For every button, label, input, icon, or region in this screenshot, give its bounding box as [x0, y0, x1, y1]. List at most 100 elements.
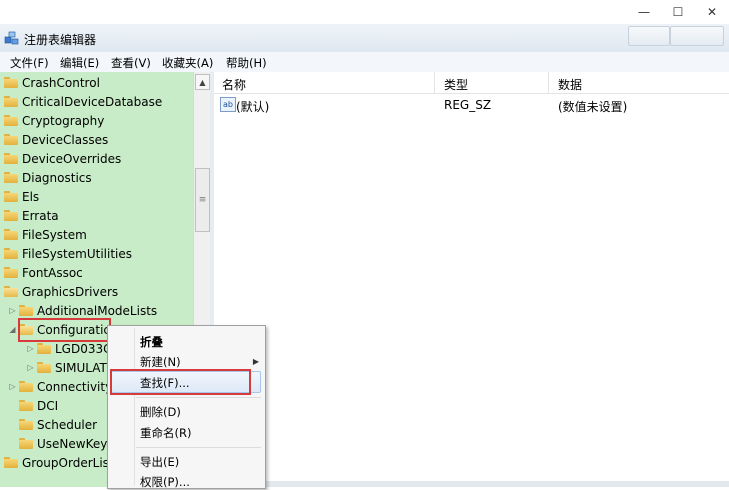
tree-item-label: Errata: [22, 208, 59, 223]
folder-icon: [4, 153, 18, 164]
tree-item[interactable]: DeviceOverrides: [0, 149, 194, 168]
tree-item-label: FileSystemUtilities: [22, 246, 132, 261]
tree-item-label: FileSystem: [22, 227, 87, 242]
collapse-arrow-icon[interactable]: ◢: [8, 325, 17, 334]
registry-editor-icon: [4, 31, 19, 45]
column-header-type[interactable]: 类型: [444, 76, 468, 93]
tree-item-label: AdditionalModeLists: [37, 303, 158, 318]
folder-icon: [4, 457, 18, 468]
tree-item[interactable]: CrashControl: [0, 73, 194, 92]
submenu-arrow-icon: ▶: [252, 357, 259, 366]
tree-item-label: Diagnostics: [22, 170, 92, 185]
window-chrome: — ☐ ✕: [0, 0, 729, 24]
folder-icon: [4, 191, 18, 202]
list-header: 名称 类型 数据: [214, 72, 729, 94]
tree-item-label: SIMULAT: [55, 360, 107, 375]
folder-icon: [4, 172, 18, 183]
menu-item-new[interactable]: 新建(N): [140, 354, 181, 370]
tree-item[interactable]: FileSystem: [0, 225, 194, 244]
column-header-name[interactable]: 名称: [222, 76, 246, 93]
expand-arrow-icon[interactable]: ▷: [26, 344, 35, 353]
column-header-data[interactable]: 数据: [558, 76, 582, 93]
app-titlebar: 注册表编辑器: [0, 24, 729, 52]
folder-icon: [4, 229, 18, 240]
tree-item-label: Els: [22, 189, 40, 204]
menu-gutter: [134, 328, 135, 486]
tree-item-label: DCI: [37, 398, 59, 413]
value-type: REG_SZ: [444, 98, 492, 112]
folder-icon: [19, 381, 33, 392]
window-controls: — ☐ ✕: [627, 0, 729, 24]
value-data: (数值未设置): [558, 100, 628, 114]
status-strip: [214, 481, 729, 487]
tree-item[interactable]: DeviceClasses: [0, 130, 194, 149]
menu-item-delete[interactable]: 删除(D): [140, 404, 181, 420]
minimize-button[interactable]: —: [627, 0, 661, 24]
folder-icon: [19, 419, 33, 430]
tree-item-label: CriticalDeviceDatabase: [22, 94, 163, 109]
string-value-icon: ab: [220, 97, 236, 112]
menu-file[interactable]: 文件(F): [10, 55, 49, 71]
titlebar-button-right[interactable]: [670, 26, 724, 46]
menu-item-permissions[interactable]: 权限(P)...: [140, 474, 190, 490]
tree-item-label: GroupOrderList: [22, 455, 114, 470]
tree-item-label: FontAssoc: [22, 265, 83, 280]
tree-item-label: GraphicsDrivers: [22, 284, 119, 299]
tree-item[interactable]: Cryptography: [0, 111, 194, 130]
tree-item-label: LGD033C: [55, 341, 112, 356]
menu-item-rename[interactable]: 重命名(R): [140, 425, 191, 441]
tree-item[interactable]: GraphicsDrivers: [0, 282, 194, 301]
table-row[interactable]: ab (默认) REG_SZ (数值未设置): [214, 96, 729, 114]
tree-item[interactable]: Els: [0, 187, 194, 206]
tree-item-label: Connectivity: [37, 379, 113, 394]
menu-edit[interactable]: 编辑(E): [60, 55, 99, 71]
menu-separator: [136, 447, 261, 448]
tree-item-label: CrashControl: [22, 75, 100, 90]
scroll-up-arrow-icon[interactable]: ▲: [195, 74, 210, 90]
menu-item-export[interactable]: 导出(E): [140, 454, 179, 470]
menu-help[interactable]: 帮助(H): [226, 55, 267, 71]
values-list[interactable]: 名称 类型 数据 ab (默认) REG_SZ (数值未设置): [214, 72, 729, 487]
tree-item-label: DeviceOverrides: [22, 151, 122, 166]
tree-item-label: UseNewKey: [37, 436, 108, 451]
menu-item-collapse[interactable]: 折叠: [140, 334, 163, 350]
folder-icon: [4, 77, 18, 88]
folder-icon: [4, 115, 18, 126]
menu-separator: [136, 397, 261, 398]
menu-bar: 文件(F) 编辑(E) 查看(V) 收藏夹(A) 帮助(H): [0, 52, 729, 73]
folder-icon: [37, 362, 51, 373]
expand-arrow-icon[interactable]: ▷: [8, 382, 17, 391]
expand-arrow-icon[interactable]: ▷: [8, 306, 17, 315]
column-divider[interactable]: [548, 72, 549, 93]
folder-icon: [4, 96, 18, 107]
maximize-button[interactable]: ☐: [661, 0, 695, 24]
titlebar-button-left[interactable]: [628, 26, 670, 46]
tree-item-label: DeviceClasses: [22, 132, 109, 147]
value-name: (默认): [236, 100, 270, 114]
folder-icon: [37, 343, 51, 354]
folder-icon: [19, 438, 33, 449]
tree-item[interactable]: FontAssoc: [0, 263, 194, 282]
folder-icon: [4, 267, 18, 278]
menu-favorites[interactable]: 收藏夹(A): [162, 55, 213, 71]
column-divider[interactable]: [434, 72, 435, 93]
tree-item-label: Cryptography: [22, 113, 105, 128]
folder-icon: [4, 210, 18, 221]
tree-item[interactable]: Errata: [0, 206, 194, 225]
tree-item[interactable]: FileSystemUtilities: [0, 244, 194, 263]
context-menu: 折叠 新建(N) ▶ 查找(F)... 删除(D) 重命名(R) 导出(E) 权…: [107, 325, 266, 489]
annotation-box-find: [110, 369, 251, 395]
expand-arrow-icon[interactable]: ▷: [26, 363, 35, 372]
annotation-box-selected-key: [18, 318, 111, 342]
close-button[interactable]: ✕: [695, 0, 729, 24]
tree-item[interactable]: Diagnostics: [0, 168, 194, 187]
menu-view[interactable]: 查看(V): [111, 55, 151, 71]
folder-icon: [19, 400, 33, 411]
window-title: 注册表编辑器: [24, 33, 97, 47]
tree-item[interactable]: CriticalDeviceDatabase: [0, 92, 194, 111]
folder-icon: [4, 134, 18, 145]
tree-item-label: Scheduler: [37, 417, 98, 432]
folder-icon: [4, 248, 18, 259]
folder-icon: [19, 305, 33, 316]
scrollbar-thumb[interactable]: ≡: [195, 168, 210, 232]
